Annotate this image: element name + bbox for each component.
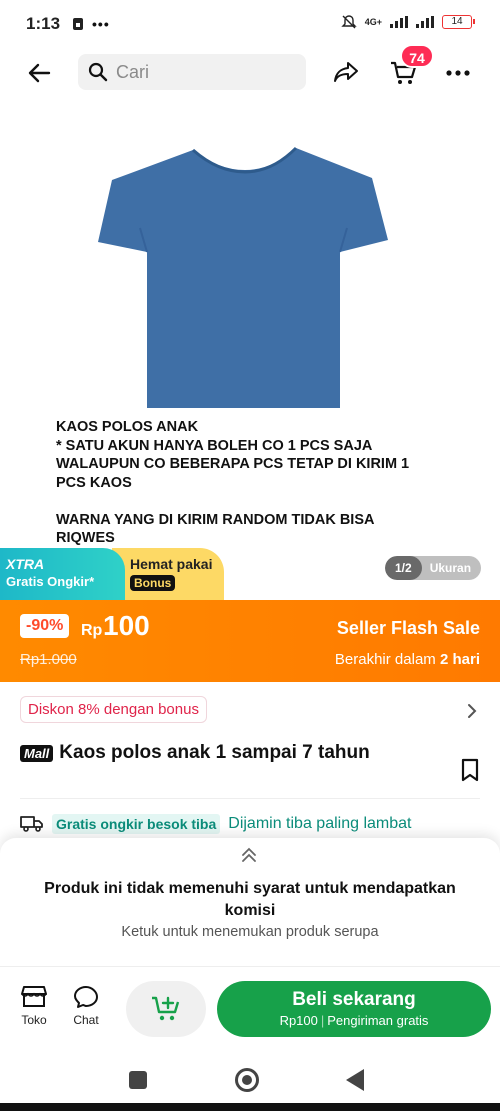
truck-icon xyxy=(20,816,43,832)
android-nav-bar xyxy=(0,1048,500,1111)
image-page-indicator[interactable]: 1/2 Ukuran xyxy=(385,556,482,580)
product-title: Kaos polos anak 1 sampai 7 tahun xyxy=(59,742,370,763)
size-label: Ukuran xyxy=(429,561,472,575)
xtra-title: XTRA xyxy=(6,556,45,572)
home-button[interactable] xyxy=(235,1068,259,1092)
flash-sale-countdown: Berakhir dalam 2 hari xyxy=(335,651,480,668)
bookmark-icon xyxy=(461,758,479,782)
share-button[interactable] xyxy=(330,56,362,88)
chat-button[interactable]: Chat xyxy=(66,985,106,1027)
xtra-subtitle: Gratis Ongkir* xyxy=(6,574,95,589)
buy-shipping: Pengiriman gratis xyxy=(327,1013,429,1028)
price-value: 100 xyxy=(103,610,150,641)
system-back-button[interactable] xyxy=(346,1069,364,1091)
more-notifications-icon: ••• xyxy=(92,16,110,32)
search-icon xyxy=(88,62,108,82)
bottom-action-bar: Toko Chat Beli sekarang Rp100 | Pengiriman… xyxy=(0,966,500,1048)
buy-now-label: Beli sekarang xyxy=(292,989,416,1010)
shipping-row[interactable]: Gratis ongkir besok tiba Dijamin tiba pa… xyxy=(20,814,411,834)
recent-apps-button[interactable] xyxy=(129,1071,147,1089)
flash-sale-bar: -90% Rp 100 Rp1.000 Seller Flash Sale Be… xyxy=(0,600,500,682)
divider xyxy=(20,798,480,799)
product-description: KAOS POLOS ANAK * SATU AKUN HANYA BOLEH … xyxy=(56,419,410,546)
arrow-left-icon xyxy=(28,63,51,83)
more-dots-icon xyxy=(446,70,470,76)
more-options-button[interactable] xyxy=(440,56,476,90)
free-shipping-chip: Gratis ongkir besok tiba xyxy=(52,814,221,834)
ends-value: 2 hari xyxy=(439,651,480,668)
bookmark-button[interactable] xyxy=(460,758,484,784)
add-to-cart-button[interactable] xyxy=(126,981,206,1037)
chat-label: Chat xyxy=(73,1013,99,1027)
product-title-row: Mall Kaos polos anak 1 sampai 7 tahun xyxy=(20,742,370,764)
top-nav: Cari 74 xyxy=(0,44,500,92)
screen-bottom-edge xyxy=(0,1103,500,1111)
buy-price: Rp100 xyxy=(279,1013,318,1028)
signal-icon xyxy=(390,16,408,28)
discount-percent-badge: -90% xyxy=(20,614,70,638)
buy-now-button[interactable]: Beli sekarang Rp100 | Pengiriman gratis xyxy=(217,981,491,1037)
shop-label: Toko xyxy=(21,1013,47,1027)
commission-subtitle: Ketuk untuk menemukan produk serupa xyxy=(121,924,379,940)
flash-sale-title: Seller Flash Sale xyxy=(336,618,480,638)
chevron-right-icon[interactable] xyxy=(466,702,478,720)
sim-icon xyxy=(73,18,84,30)
status-bar: 1:13 ••• 4G+ 14 xyxy=(0,0,500,48)
buy-now-subtitle: Rp100 | Pengiriman gratis xyxy=(279,1013,429,1028)
chat-bubble-icon xyxy=(74,986,98,1008)
network-label: 4G+ xyxy=(364,17,382,27)
price-currency: Rp xyxy=(81,622,103,639)
search-input[interactable]: Cari xyxy=(78,54,306,90)
search-placeholder: Cari xyxy=(116,61,150,82)
commission-sheet[interactable]: Produk ini tidak memenuhi syarat untuk m… xyxy=(0,838,500,968)
image-page-count: 1/2 xyxy=(385,556,422,580)
xtra-free-shipping-badge[interactable]: XTRA Gratis Ongkir* xyxy=(0,548,125,600)
store-icon xyxy=(21,986,47,1007)
original-price: Rp1.000 xyxy=(20,651,77,668)
promo-row: Hemat pakai Bonus XTRA Gratis Ongkir* 1/… xyxy=(0,548,500,600)
signal-icon-2 xyxy=(416,16,434,28)
ends-prefix: Berakhir dalam xyxy=(334,651,436,668)
status-time: 1:13 xyxy=(26,14,61,33)
mute-icon xyxy=(341,15,357,29)
back-button[interactable] xyxy=(24,58,54,88)
shipping-guarantee: Dijamin tiba paling lambat xyxy=(228,815,412,832)
cart-add-icon xyxy=(152,996,180,1021)
bonus-pill: Bonus xyxy=(130,575,176,591)
battery-icon: 14 xyxy=(442,15,475,29)
shop-button[interactable]: Toko xyxy=(14,985,54,1027)
cart-count-badge: 74 xyxy=(400,44,434,68)
mall-badge: Mall xyxy=(20,744,54,762)
share-icon xyxy=(334,62,358,82)
hemat-title: Hemat pakai xyxy=(130,556,213,572)
commission-title: Produk ini tidak memenuhi syarat untuk m… xyxy=(44,880,456,919)
hemat-bonus-badge[interactable]: Hemat pakai Bonus xyxy=(112,548,224,600)
bonus-discount-chip[interactable]: Diskon 8% dengan bonus xyxy=(20,696,207,723)
tshirt-image xyxy=(98,146,388,408)
expand-up-icon[interactable] xyxy=(240,846,258,864)
